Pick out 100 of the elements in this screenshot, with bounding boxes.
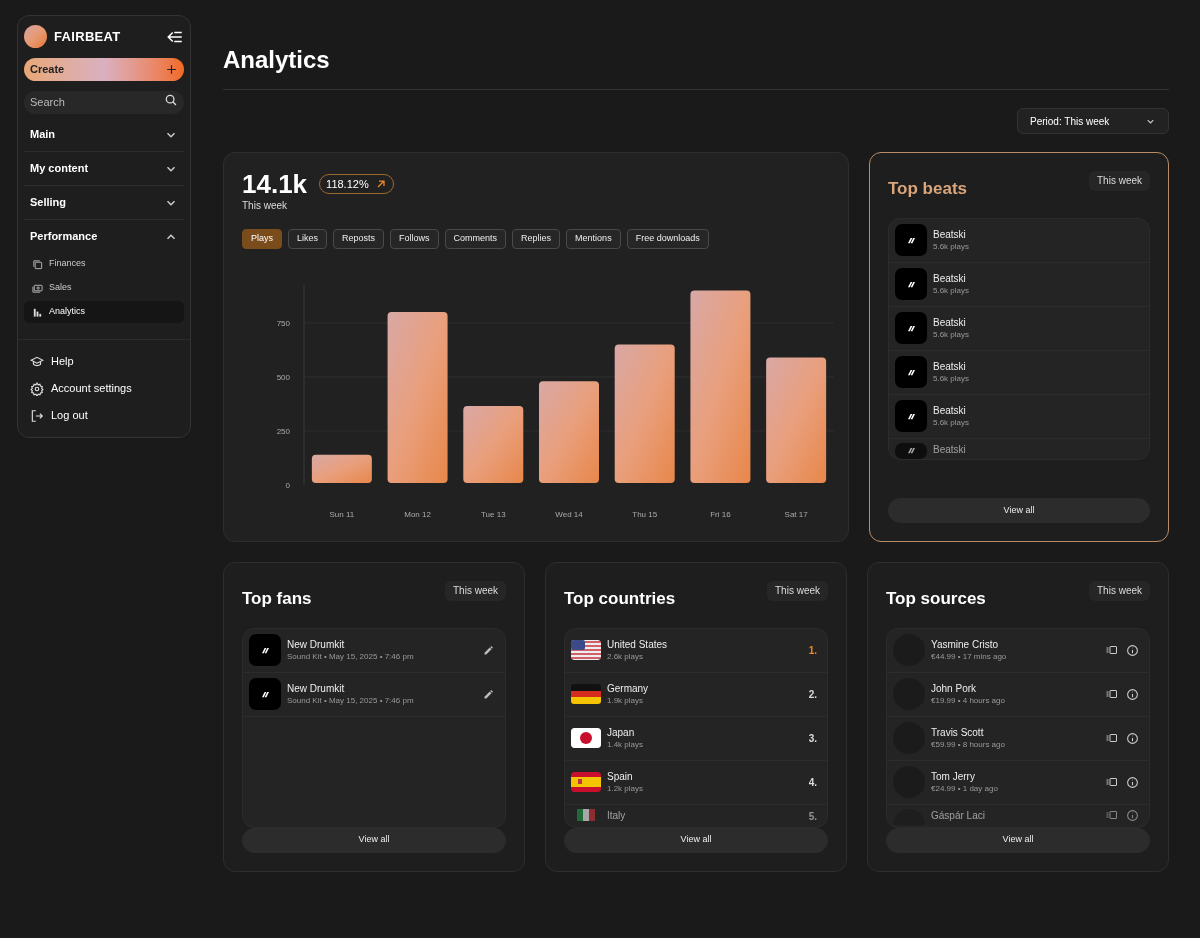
sidebar-section-header[interactable]: Main [24, 118, 184, 151]
sidebar-section-header[interactable]: My content [24, 152, 184, 185]
rank-number: 4. [808, 775, 817, 790]
period-label: This week [445, 581, 506, 601]
bar [311, 454, 372, 483]
item-name: Gáspár Laci [931, 808, 986, 822]
x-tick-label: Sun 11 [329, 510, 355, 519]
logo-icon [906, 412, 916, 420]
item-name: Tom Jerry [931, 770, 976, 783]
metric-tab[interactable]: Plays [242, 229, 282, 249]
item-detail: €19.99 • 4 hours ago [931, 695, 1006, 706]
logo-icon [260, 646, 270, 654]
view-all-button[interactable]: View all [888, 498, 1150, 523]
brand-name: FAIRBEAT [54, 27, 121, 46]
logo-icon [24, 25, 47, 48]
item-detail: 5.6k plays [933, 373, 971, 384]
flag-icon [571, 772, 601, 792]
metric-tab[interactable]: Mentions [566, 229, 621, 249]
card-title: Top beats [888, 178, 968, 200]
item-detail: 5.6k plays [933, 285, 971, 296]
x-tick-label: Mon 12 [404, 510, 431, 519]
receipt-icon[interactable] [1105, 644, 1118, 656]
item-detail: 1.2k plays [607, 783, 645, 794]
sidebar-link[interactable]: Log out [30, 402, 178, 429]
info-icon[interactable] [1126, 731, 1139, 745]
plus-icon [165, 63, 178, 76]
info-icon[interactable] [1126, 775, 1139, 789]
pencil-icon[interactable] [483, 688, 495, 700]
item-detail: Sound Kit • May 15, 2025 • 7:46 pm [287, 651, 415, 662]
x-tick-label: Tue 13 [481, 510, 506, 519]
card-title: Top fans [242, 588, 312, 610]
rank-number: 5. [808, 809, 817, 824]
item-detail: €24.99 • 1 day ago [931, 783, 999, 794]
item-detail: €44.99 • 17 mins ago [931, 651, 1008, 662]
info-icon[interactable] [1126, 643, 1139, 657]
flag-icon [571, 728, 601, 748]
item-detail: 5.6k plays [933, 417, 971, 428]
item-name: Beatski [933, 404, 967, 417]
settings-icon [30, 381, 44, 396]
item-name: Beatski [933, 316, 967, 329]
sidebar-section-header[interactable]: Performance [24, 220, 184, 253]
metric-tab[interactable]: Likes [288, 229, 328, 249]
view-all-button[interactable]: View all [886, 827, 1150, 853]
sidebar-link[interactable]: Account settings [30, 375, 178, 402]
receipt-icon[interactable] [1105, 809, 1118, 821]
flag-icon [571, 640, 601, 660]
metric-tab[interactable]: Follows [390, 229, 439, 249]
receipt-icon[interactable] [1105, 776, 1118, 788]
sidebar-item[interactable]: Sales [24, 277, 184, 299]
view-all-button[interactable]: View all [242, 827, 506, 853]
item-name: Beatski [933, 360, 967, 373]
metric-tab[interactable]: Free downloads [626, 229, 709, 249]
rank-number: 3. [808, 731, 817, 746]
period-label: This week [1089, 581, 1150, 601]
item-name: Italy [607, 808, 627, 822]
logo-icon [906, 324, 916, 332]
graduation-cap-icon [30, 354, 44, 369]
item-detail: €59.99 • 8 hours ago [931, 739, 1006, 750]
info-icon[interactable] [1126, 687, 1139, 701]
cash-icon [32, 282, 43, 294]
item-detail: 5.6k plays [933, 329, 971, 340]
metric-tab[interactable]: Reposts [333, 229, 385, 249]
pencil-icon[interactable] [483, 644, 495, 656]
x-tick-label: Wed 14 [555, 510, 583, 519]
info-icon[interactable] [1126, 808, 1139, 822]
item-name: New Drumkit [287, 682, 346, 695]
sidebar-link[interactable]: Help [30, 348, 178, 375]
receipt-icon[interactable] [1105, 688, 1118, 700]
rank-number: 2. [808, 687, 817, 702]
logo-icon [260, 690, 270, 698]
flag-icon [571, 684, 601, 704]
view-all-button[interactable]: View all [564, 827, 828, 853]
period-label: This week [242, 199, 288, 213]
logo-icon [906, 368, 916, 376]
create-button[interactable]: Create [24, 58, 184, 81]
item-name: John Pork [931, 682, 978, 695]
metric-tab[interactable]: Comments [444, 229, 507, 249]
receipt-icon[interactable] [1105, 732, 1118, 744]
logout-icon [30, 408, 44, 423]
sidebar-item[interactable]: Finances [24, 253, 184, 275]
logo-icon [906, 447, 916, 454]
logo-icon [906, 280, 916, 288]
period-label: This week [1089, 171, 1150, 191]
sidebar-item[interactable]: Analytics [24, 301, 184, 323]
item-name: Spain [607, 770, 634, 783]
x-tick-label: Sat 17 [784, 510, 808, 519]
sidebar-section-header[interactable]: Selling [24, 186, 184, 219]
item-detail: Sound Kit • May 15, 2025 • 7:46 pm [287, 695, 415, 706]
metric-tab[interactable]: Replies [512, 229, 561, 249]
x-tick-label: Thu 15 [632, 510, 658, 519]
item-detail: 2.6k plays [607, 651, 645, 662]
rank-number: 1. [808, 643, 817, 658]
card-title: Top sources [886, 588, 986, 610]
search-field[interactable]: Search [24, 90, 184, 114]
period-dropdown[interactable]: Period: This week [1017, 108, 1169, 134]
item-name: Travis Scott [931, 726, 985, 739]
page-title: Analytics [223, 45, 331, 75]
y-tick-label: 250 [276, 426, 290, 436]
bar-chart-icon [32, 306, 43, 318]
item-name: New Drumkit [287, 638, 346, 651]
